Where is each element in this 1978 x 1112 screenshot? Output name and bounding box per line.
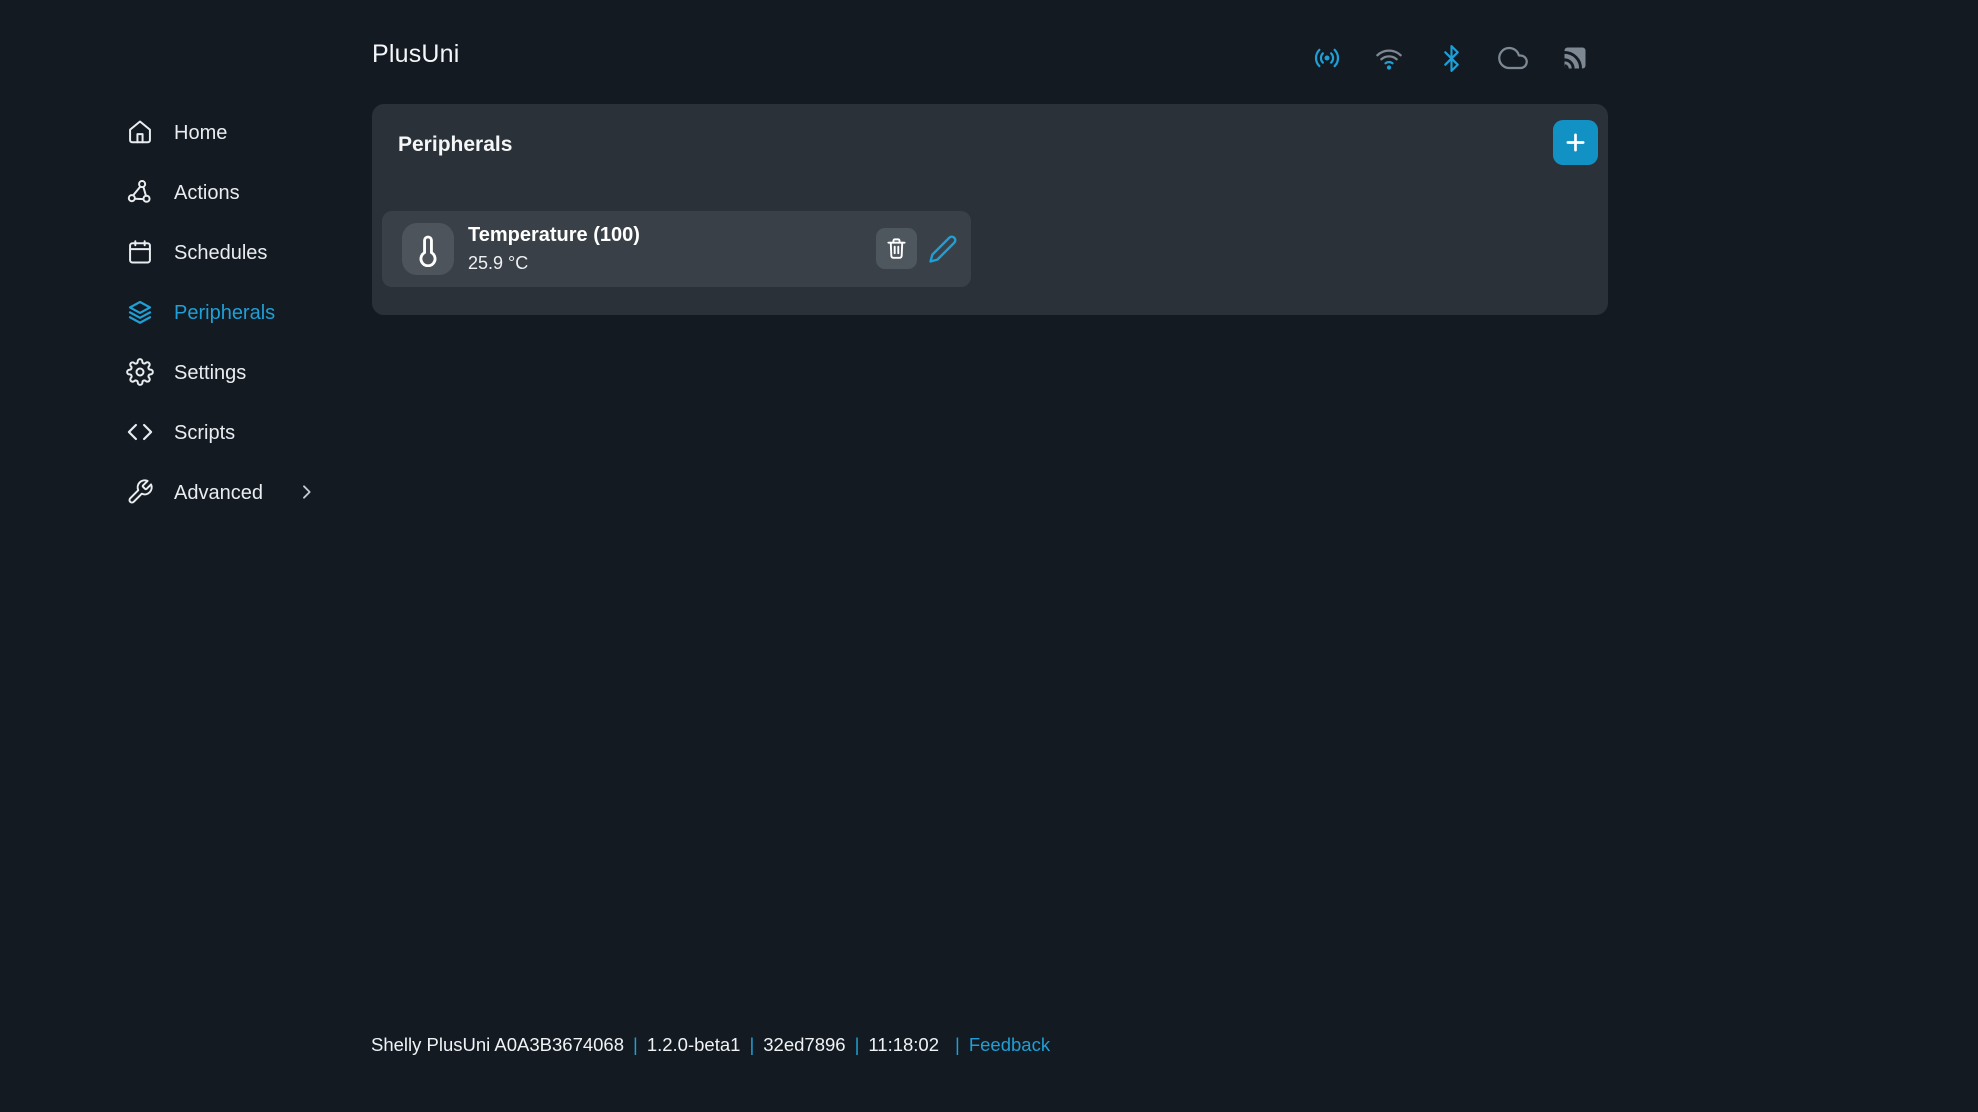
footer-time: 11:18:02 [868, 1034, 939, 1056]
sidebar-item-peripherals[interactable]: Peripherals [126, 282, 376, 342]
sidebar-item-label: Home [174, 121, 227, 143]
code-icon [126, 418, 154, 446]
card-title: Peripherals [398, 133, 512, 157]
sidebar-item-label: Scripts [174, 421, 235, 443]
footer: Shelly PlusUni A0A3B3674068 | 1.2.0-beta… [371, 1034, 1050, 1056]
peripheral-name: Temperature (100) [468, 224, 640, 247]
home-icon [126, 118, 154, 146]
footer-separator: | [633, 1034, 638, 1056]
edit-peripheral-button[interactable] [927, 232, 959, 266]
trash-icon [883, 235, 910, 262]
peripheral-info: Temperature (100) 25.9 °C [468, 224, 640, 274]
status-bar [1312, 42, 1590, 74]
sidebar-item-home[interactable]: Home [126, 102, 376, 162]
peripherals-card: Peripherals Temperature (100) 25.9 °C [372, 104, 1608, 315]
footer-separator: | [855, 1034, 860, 1056]
calendar-icon [126, 238, 154, 266]
sidebar-item-label: Settings [174, 361, 246, 383]
delete-peripheral-button[interactable] [876, 228, 917, 269]
wifi-icon [1374, 43, 1404, 73]
cloud-icon [1498, 43, 1528, 73]
sidebar-item-label: Advanced [174, 481, 263, 503]
plus-icon [1562, 129, 1589, 156]
sidebar-item-actions[interactable]: Actions [126, 162, 376, 222]
sidebar: Home Actions Schedules [126, 102, 376, 522]
footer-build: 32ed7896 [763, 1034, 845, 1056]
sidebar-item-settings[interactable]: Settings [126, 342, 376, 402]
page-title: PlusUni [372, 40, 460, 69]
add-peripheral-button[interactable] [1553, 120, 1598, 165]
sidebar-item-schedules[interactable]: Schedules [126, 222, 376, 282]
gear-icon [126, 358, 154, 386]
peripheral-value: 25.9 °C [468, 253, 640, 274]
bluetooth-icon [1436, 43, 1466, 73]
peripheral-row: Temperature (100) 25.9 °C [382, 211, 971, 287]
sidebar-item-label: Actions [174, 181, 240, 203]
sidebar-item-advanced[interactable]: Advanced [126, 462, 376, 522]
wrench-icon [126, 478, 154, 506]
footer-version: 1.2.0-beta1 [647, 1034, 741, 1056]
footer-separator: | [749, 1034, 754, 1056]
pencil-icon [928, 234, 958, 264]
footer-separator: | [955, 1034, 960, 1056]
layers-icon [126, 298, 154, 326]
sidebar-item-scripts[interactable]: Scripts [126, 402, 376, 462]
chevron-right-icon [295, 481, 317, 503]
feedback-link[interactable]: Feedback [969, 1034, 1050, 1056]
access-point-icon [1312, 43, 1342, 73]
mqtt-icon [1560, 43, 1590, 73]
footer-device-id: Shelly PlusUni A0A3B3674068 [371, 1034, 624, 1056]
actions-icon [126, 178, 154, 206]
sidebar-item-label: Peripherals [174, 301, 275, 323]
sidebar-item-label: Schedules [174, 241, 267, 263]
thermometer-icon [402, 223, 454, 275]
